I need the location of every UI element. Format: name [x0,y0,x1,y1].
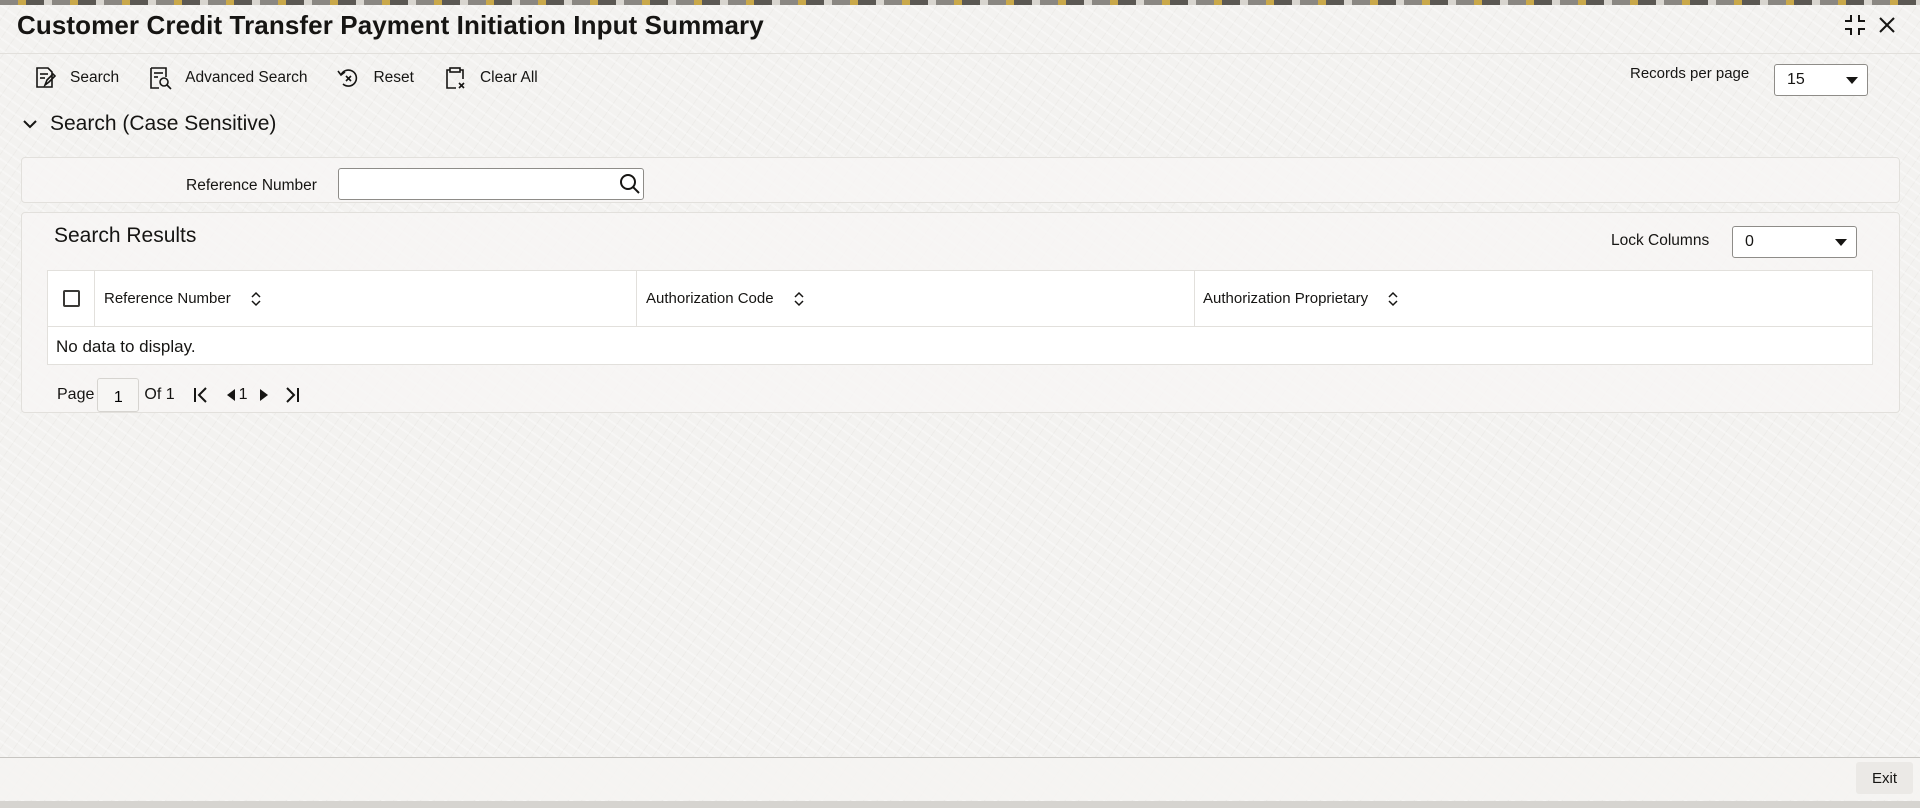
search-icon[interactable] [617,171,643,197]
column-divider [1194,271,1195,326]
chevron-down-icon [23,120,37,129]
sort-icon[interactable] [249,290,263,308]
close-icon[interactable] [1874,12,1900,38]
column-header-label: Authorization Proprietary [1203,290,1369,307]
reference-number-input[interactable] [338,168,644,200]
records-per-page-value: 15 [1787,71,1805,88]
search-button-label: Search [70,69,120,86]
column-header-label: Reference Number [104,290,231,307]
column-header-authorization-proprietary[interactable]: Authorization Proprietary [1203,271,1400,326]
page-label: Page [57,386,95,403]
lock-columns-select[interactable]: 0 [1732,226,1857,258]
records-per-page-select[interactable]: 15 [1774,64,1868,96]
column-header-reference-number[interactable]: Reference Number [104,271,263,326]
clear-all-button[interactable]: Clear All [430,61,550,95]
title-divider [0,53,1920,54]
chevron-down-icon [1846,77,1858,84]
column-divider [94,271,95,326]
first-page-icon[interactable] [191,385,211,405]
column-header-authorization-code[interactable]: Authorization Code [646,271,806,326]
results-table: Reference Number Authorization Code Auth… [47,270,1873,365]
last-page-icon[interactable] [282,385,302,405]
reset-icon [337,69,358,87]
table-header: Reference Number Authorization Code Auth… [48,271,1872,327]
exit-button[interactable]: Exit [1856,762,1913,794]
column-header-label: Authorization Code [646,290,774,307]
clipboard-clear-icon [446,67,465,89]
toolbar: Search Advanced Search Reset Clear All [20,60,554,96]
empty-table-message: No data to display. [56,337,196,356]
header-decorative-strip [0,0,1920,5]
advanced-search-button[interactable]: Advanced Search [135,61,319,95]
select-all-checkbox[interactable] [63,290,80,307]
sort-icon[interactable] [792,290,806,308]
search-results-title: Search Results [54,224,197,247]
current-page-number[interactable]: 1 [239,386,248,404]
page-number-input[interactable] [97,378,140,412]
records-per-page-label: Records per page [1630,65,1750,82]
reference-number-label: Reference Number [186,177,317,194]
search-section-title: Search (Case Sensitive) [50,112,277,135]
advanced-search-button-label: Advanced Search [185,69,308,86]
page-of-label: Of 1 [144,386,175,403]
advanced-search-icon [150,67,172,90]
restore-icon[interactable] [1842,12,1868,38]
reset-button[interactable]: Reset [323,61,426,95]
search-button[interactable]: Search [20,61,131,95]
column-divider [636,271,637,326]
bottom-strip [0,801,1920,808]
lock-columns-value: 0 [1745,233,1754,250]
search-doc-icon [36,67,57,88]
previous-page-icon[interactable] [221,385,235,405]
lock-columns-label: Lock Columns [1611,232,1710,249]
page-title: Customer Credit Transfer Payment Initiat… [17,10,764,40]
next-page-icon[interactable] [254,385,268,405]
reset-button-label: Reset [373,69,414,86]
search-section-toggle[interactable]: Search (Case Sensitive) [20,112,276,136]
pagination: Page Of 1 1 [57,378,302,412]
clear-all-button-label: Clear All [479,69,538,86]
sort-icon[interactable] [1386,290,1400,308]
footer-bar [0,758,1920,800]
chevron-down-icon [1835,239,1847,246]
